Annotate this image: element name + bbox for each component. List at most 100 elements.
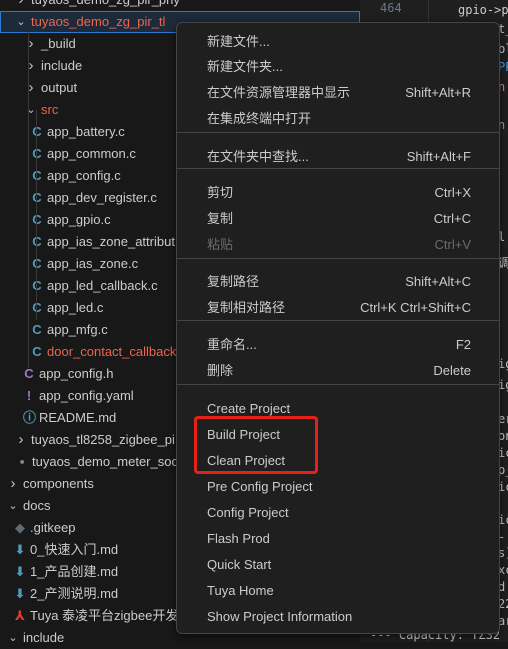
info-icon: ⓘ — [23, 410, 37, 425]
item-label: src — [41, 102, 59, 117]
item-label: .gitkeep — [30, 520, 76, 535]
item-label: include — [23, 630, 65, 645]
item-label: README.md — [39, 410, 117, 425]
menu-item-label: 粘贴 — [207, 237, 234, 252]
menu-item[interactable]: 在集成终端中打开 — [181, 106, 495, 132]
menu-item-label: 新建文件... — [207, 34, 270, 49]
item-label: door_contact_callback — [47, 344, 177, 359]
menu-item-flash-prod[interactable]: Flash Prod — [181, 526, 495, 552]
menu-item[interactable]: 复制路径 Shift+Alt+C — [181, 269, 495, 295]
menu-item[interactable]: 复制 Ctrl+C — [181, 206, 495, 232]
item-label: app_config.yaml — [39, 388, 134, 403]
menu-item[interactable]: 剪切 Ctrl+X — [181, 180, 495, 206]
item-label: app_ias_zone.c — [47, 256, 139, 271]
item-label: tuyaos_demo_meter_soc — [32, 454, 178, 469]
menu-item-shortcut: Shift+Alt+F — [406, 149, 471, 164]
menu-item-shortcut: Shift+Alt+R — [405, 85, 471, 100]
c-file-icon: C — [31, 143, 43, 165]
menu-item-label: 复制路径 — [207, 274, 260, 289]
menu-item-label: Tuya Home — [207, 583, 274, 598]
c-file-icon: C — [31, 297, 43, 319]
item-label: app_config.h — [39, 366, 114, 381]
item-label: 1_产品创建.md — [30, 564, 119, 579]
menu-item-tuya-home[interactable]: Tuya Home — [181, 578, 495, 604]
item-label: app_common.c — [47, 146, 136, 161]
line-number: 464 — [380, 1, 402, 15]
markdown-icon: ⬇ — [14, 564, 26, 579]
item-label: app_gpio.c — [47, 212, 111, 227]
menu-separator — [177, 132, 499, 133]
c-file-icon: C — [31, 165, 43, 187]
c-file-icon: C — [31, 253, 43, 275]
c-file-icon: C — [31, 275, 43, 297]
chevron-down-icon: ⌄ — [8, 500, 18, 512]
menu-item-shortcut: Ctrl+X — [434, 185, 471, 200]
markdown-icon: ⬇ — [14, 542, 26, 557]
menu-item[interactable]: 新建文件夹... — [181, 54, 495, 80]
menu-separator — [177, 258, 499, 259]
c-file-icon: C — [31, 121, 43, 143]
c-file-icon: C — [31, 209, 43, 231]
yaml-icon: ! — [26, 388, 32, 403]
menu-item[interactable]: 复制相对路径 Ctrl+K Ctrl+Shift+C — [181, 295, 495, 321]
item-label: app_battery.c — [47, 124, 125, 139]
menu-item-shortcut: Shift+Alt+C — [405, 274, 471, 289]
menu-item[interactable]: 新建文件... — [181, 29, 495, 55]
c-file-icon: C — [31, 231, 43, 253]
code-text: gpio->p — [458, 3, 508, 17]
menu-item-quick-start[interactable]: Quick Start — [181, 552, 495, 578]
menu-item-shortcut: Ctrl+K Ctrl+Shift+C — [360, 300, 471, 315]
menu-separator — [177, 384, 499, 385]
menu-item-label: 在集成终端中打开 — [207, 111, 312, 126]
item-label: app_led_callback.c — [47, 278, 158, 293]
menu-item[interactable]: 重命名... F2 — [181, 332, 495, 358]
chevron-down-icon: ⌄ — [8, 632, 18, 644]
menu-separator — [177, 168, 499, 169]
c-file-icon: C — [32, 344, 42, 359]
menu-separator — [177, 320, 499, 321]
menu-item[interactable]: 在文件夹中查找... Shift+Alt+F — [181, 144, 495, 170]
menu-item-label: Pre Config Project — [207, 479, 313, 494]
item-label: Tuya 泰凌平台zigbee开发 — [30, 608, 179, 623]
chevron-right-icon: › — [10, 475, 16, 492]
item-label: app_mfg.c — [47, 322, 108, 337]
item-label: app_led.c — [47, 300, 104, 315]
item-label: tuyaos_demo_zg_pir_tl — [31, 14, 166, 29]
menu-item-label: 复制 — [207, 211, 234, 226]
indent-guide — [36, 110, 37, 320]
item-label: app_dev_register.c — [47, 190, 157, 205]
menu-item[interactable]: 在文件资源管理器中显示 Shift+Alt+R — [181, 80, 495, 106]
pdf-icon: ⅄ — [15, 608, 25, 623]
item-label: app_config.c — [47, 168, 121, 183]
folder-item[interactable]: › tuyaos_demo_zg_pir_phy — [0, 0, 360, 11]
h-file-icon: C — [24, 366, 34, 381]
menu-item-config-project[interactable]: Config Project — [181, 500, 495, 526]
item-label: docs — [23, 498, 51, 513]
menu-item-pre-config-project[interactable]: Pre Config Project — [181, 474, 495, 500]
menu-item: 粘贴 Ctrl+V — [181, 232, 495, 258]
item-label: tuyaos_demo_zg_pir_phy — [31, 0, 180, 11]
menu-item-label: Show Project Information — [207, 609, 353, 624]
menu-item-shortcut: Ctrl+V — [434, 237, 471, 252]
menu-item[interactable]: 删除 Delete — [181, 358, 495, 384]
menu-item-shortcut: F2 — [455, 337, 471, 352]
chevron-right-icon: › — [18, 431, 24, 448]
item-label: output — [41, 80, 78, 95]
menu-item-label: 在文件资源管理器中显示 — [207, 85, 351, 100]
menu-item-shortcut: Ctrl+C — [433, 211, 471, 226]
menu-item-label: Quick Start — [207, 557, 272, 572]
item-label: _build — [41, 36, 76, 51]
menu-item-label: 新建文件夹... — [207, 59, 283, 74]
menu-item-label: 复制相对路径 — [207, 300, 286, 315]
highlight-box — [194, 416, 318, 474]
c-file-icon: C — [31, 187, 43, 209]
item-label: tuyaos_tl8258_zigbee_pi — [31, 432, 175, 447]
menu-item-label: Flash Prod — [207, 531, 270, 546]
menu-item-show-project-information[interactable]: Show Project Information — [181, 604, 495, 630]
chevron-right-icon: › — [16, 0, 26, 11]
item-label: 2_产测说明.md — [30, 586, 119, 601]
menu-item-label: 剪切 — [207, 185, 234, 200]
item-label: components — [23, 476, 94, 491]
chevron-down-icon: ⌄ — [16, 16, 26, 28]
menu-item-shortcut: Delete — [433, 363, 471, 378]
